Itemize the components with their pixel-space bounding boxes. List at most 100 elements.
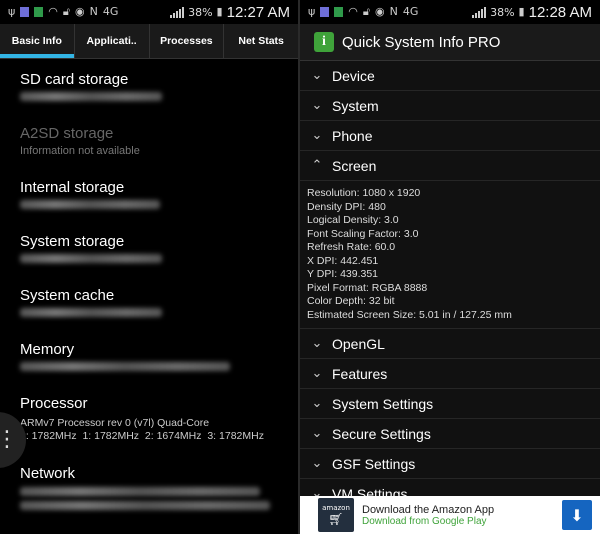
list-item-a2sd[interactable]: A2SD storage Information not available	[20, 113, 298, 167]
section-opengl[interactable]: ⌄ OpenGL	[300, 329, 600, 359]
ad-logo-text: amazon	[322, 504, 350, 512]
wifi-icon: ◠	[48, 5, 58, 18]
usb-icon: ψ	[308, 5, 316, 18]
ad-subline: Download from Google Play	[362, 515, 487, 527]
cart-icon: 🛒︎	[328, 512, 344, 526]
section-label: Secure Settings	[332, 425, 431, 442]
signal-icon	[170, 6, 185, 18]
lock-icon: 🔓︎	[62, 5, 71, 18]
processor-description: ARMv7 Processor rev 0 (v7l) Quad-Core 0:…	[20, 417, 264, 442]
section-features[interactable]: ⌄ Features	[300, 359, 600, 389]
item-title: System cache	[20, 287, 115, 304]
section-list-bottom: ⌄ OpenGL ⌄ Features ⌄ System Settings ⌄ Secure …	[300, 329, 600, 509]
notification-icon	[34, 7, 44, 17]
list-item-system-storage[interactable]: System storage	[20, 221, 298, 275]
chevron-down-icon: ⌄	[311, 366, 323, 381]
ad-headline: Download the Amazon App	[362, 503, 495, 516]
tab-net-stats[interactable]: Net Stats	[224, 24, 298, 58]
lte-icon: 4G	[402, 5, 419, 18]
redacted-value	[20, 200, 160, 209]
quick-system-info-screen: ψ ◠ 🔓︎ ◉ N 4G 38% ▮ 12:28 AM i Quick Sys…	[300, 0, 600, 534]
item-title: SD card storage	[20, 71, 129, 88]
section-system[interactable]: ⌄ System	[300, 91, 600, 121]
section-list-top: ⌄ Device ⌄ System ⌄ Phone	[300, 61, 600, 151]
download-arrow-icon: ⬇	[570, 505, 584, 525]
signal-icon	[472, 6, 487, 18]
status-bar: ψ ◠ 🔓︎ ◉ N 4G 38% ▮ 12:28 AM	[300, 0, 600, 24]
section-label: OpenGL	[332, 335, 385, 352]
screen-detail-line: Estimated Screen Size: 5.01 in / 127.25 …	[307, 308, 512, 321]
section-label: Screen	[332, 157, 377, 174]
nfc-icon: N	[89, 5, 98, 18]
item-title: Processor	[20, 395, 88, 412]
section-label: System Settings	[332, 395, 434, 412]
tab-bar: Basic Info Applicati.. Processes Net Sta…	[0, 24, 298, 59]
wifi-icon: ◠	[348, 5, 358, 18]
amazon-logo: amazon 🛒︎	[318, 498, 354, 532]
tab-basic-info[interactable]: Basic Info	[0, 24, 75, 58]
item-title: Memory	[20, 341, 75, 358]
chevron-down-icon: ⌄	[311, 336, 323, 351]
redacted-value	[20, 487, 260, 496]
nfc-icon: N	[389, 5, 398, 18]
section-phone[interactable]: ⌄ Phone	[300, 121, 600, 151]
item-title: A2SD storage	[20, 125, 114, 142]
section-device[interactable]: ⌄ Device	[300, 61, 600, 91]
app-title: Quick System Info PRO	[342, 33, 501, 51]
screen-detail-line: Pixel Format: RGBA 8888	[307, 281, 428, 294]
tab-label: Processes	[160, 35, 213, 47]
download-button[interactable]: ⬇	[562, 500, 592, 530]
screen-detail-line: Font Scaling Factor: 3.0	[307, 227, 419, 240]
section-label: System	[332, 97, 379, 114]
section-label: Device	[332, 67, 375, 84]
eye-icon: ◉	[375, 5, 385, 18]
usb-icon: ψ	[8, 5, 16, 18]
screenshots: ψ ◠ 🔓︎ ◉ N 4G 38% ▮ 12:27 AM Basic Info …	[0, 0, 600, 534]
item-title: Network	[20, 465, 76, 482]
list-item-memory[interactable]: Memory	[20, 329, 298, 383]
more-vert-icon: ⋮	[0, 427, 18, 452]
chevron-down-icon: ⌄	[311, 68, 323, 83]
chevron-down-icon: ⌄	[311, 426, 323, 441]
list-item-internal-storage[interactable]: Internal storage	[20, 167, 298, 221]
battery-percent: 38%	[188, 5, 213, 19]
screen-detail-line: Refresh Rate: 60.0	[307, 241, 396, 253]
screen-detail-line: Y DPI: 439.351	[307, 268, 379, 280]
redacted-value	[20, 501, 270, 510]
screen-detail-line: Resolution: 1080 x 1920	[307, 187, 421, 199]
list-item-network[interactable]: Network	[20, 453, 298, 510]
tab-applications[interactable]: Applicati..	[75, 24, 150, 58]
notification-icon	[20, 7, 30, 17]
lock-icon: 🔓︎	[362, 5, 371, 18]
section-label: GSF Settings	[332, 455, 416, 472]
tab-label: Net Stats	[238, 35, 284, 47]
redacted-value	[20, 308, 162, 317]
notification-icon	[334, 7, 344, 17]
app-logo-icon: i	[314, 32, 334, 52]
info-list: SD card storage A2SD storage Information…	[0, 59, 298, 510]
chevron-up-icon: ⌃	[311, 158, 323, 173]
tab-label: Basic Info	[11, 35, 62, 47]
ad-banner[interactable]: amazon 🛒︎ Download the Amazon App Downlo…	[300, 496, 600, 534]
screen-detail-line: X DPI: 442.451	[307, 254, 379, 267]
section-gsf-settings[interactable]: ⌄ GSF Settings	[300, 449, 600, 479]
redacted-value	[20, 92, 162, 101]
section-label: Phone	[332, 127, 373, 144]
tab-processes[interactable]: Processes	[150, 24, 225, 58]
eye-icon: ◉	[75, 5, 85, 18]
list-item-system-cache[interactable]: System cache	[20, 275, 298, 329]
section-secure-settings[interactable]: ⌄ Secure Settings	[300, 419, 600, 449]
list-item-processor[interactable]: Processor ARMv7 Processor rev 0 (v7l) Qu…	[20, 383, 298, 453]
item-subtitle: Information not available	[20, 145, 140, 157]
section-screen-header[interactable]: ⌃ Screen	[300, 151, 600, 181]
battery-icon: ▮	[216, 5, 223, 18]
app-bar: i Quick System Info PRO	[300, 24, 600, 61]
list-item-sd-card[interactable]: SD card storage	[20, 59, 298, 113]
lte-icon: 4G	[102, 5, 119, 18]
battery-percent: 38%	[490, 5, 515, 19]
status-bar: ψ ◠ 🔓︎ ◉ N 4G 38% ▮ 12:27 AM	[0, 0, 298, 24]
section-system-settings[interactable]: ⌄ System Settings	[300, 389, 600, 419]
clock: 12:28 AM	[528, 3, 592, 21]
clock: 12:27 AM	[226, 3, 290, 21]
chevron-down-icon: ⌄	[311, 98, 323, 113]
